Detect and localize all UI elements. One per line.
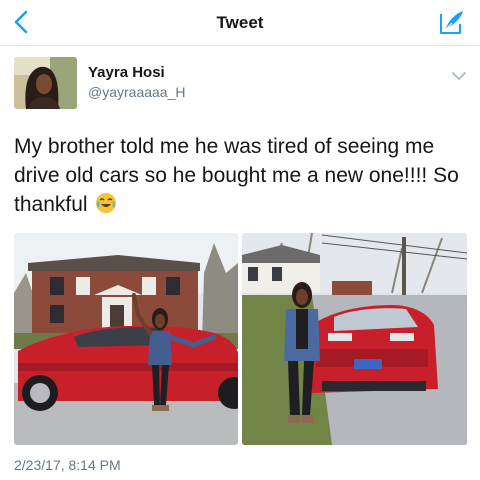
tweet-photo-1[interactable] (14, 233, 238, 445)
tweet-body: My brother told me he was tired of seein… (14, 135, 459, 216)
compose-quill-icon (440, 11, 463, 34)
chevron-down-icon (452, 72, 466, 80)
tears-of-joy-emoji-icon (95, 192, 117, 214)
photo-red-car-front-of-house (14, 233, 238, 445)
author-display-name[interactable]: Yayra Hosi (88, 64, 165, 81)
photo-red-car-street (242, 233, 467, 445)
compose-button[interactable] (438, 8, 466, 36)
author-handle[interactable]: @yayraaaaa_H (88, 84, 186, 100)
tweet-timestamp: 2/23/17, 8:14 PM (14, 457, 121, 473)
tweet-text: My brother told me he was tired of seein… (14, 132, 469, 219)
navigation-bar: Tweet (0, 0, 480, 46)
page-title: Tweet (216, 13, 264, 32)
tweet-options-button[interactable] (452, 68, 466, 80)
avatar[interactable] (14, 57, 77, 109)
tweet-photo-2[interactable] (242, 233, 467, 445)
